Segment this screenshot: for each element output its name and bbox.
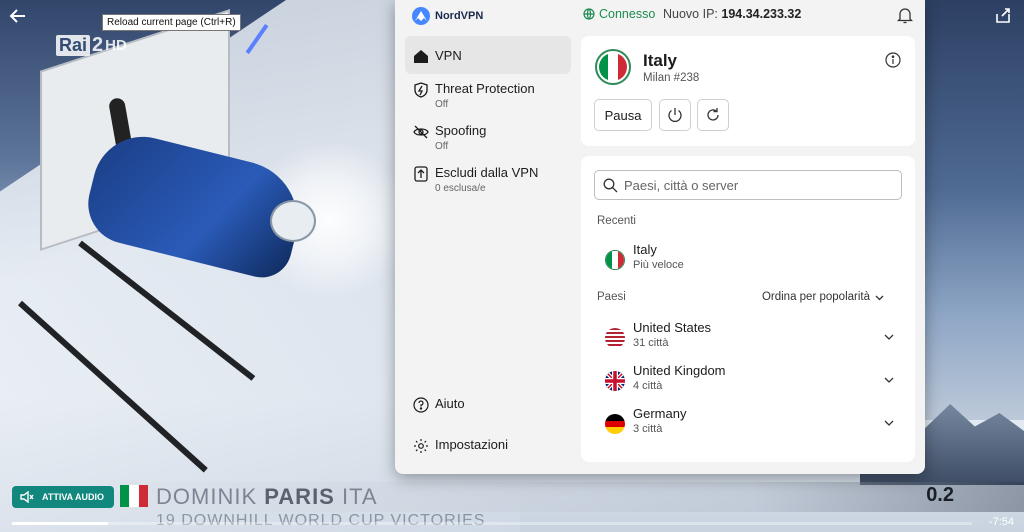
chevron-down-icon[interactable] [883,330,895,342]
connected-country: Italy [643,51,678,70]
sort-dropdown[interactable]: Ordina per popolarità [762,291,885,303]
video-progress-fill [12,522,108,525]
connected-server: Milan #238 [643,72,700,84]
name-ticker: DOMINIK PARIS ITA 0.2 [120,482,1024,512]
nordvpn-window: NordVPN Connesso Nuovo IP: 194.34.233.32… [395,0,925,474]
chevron-down-icon[interactable] [883,416,895,428]
split-tunnel-icon [413,166,429,182]
nordvpn-logo: NordVPN [411,6,483,26]
connection-card: Italy Milan #238 Pausa [581,36,915,146]
video-controls: DOMINIK PARIS ITA 0.2 19 DOWNHILL WORLD … [0,482,1024,532]
channel-logo: Rai 2 HD [56,34,127,57]
country-item-germany[interactable]: Germany 3 città [591,402,905,444]
back-arrow-icon[interactable] [8,6,28,26]
connection-status: Connesso [583,7,655,21]
help-icon [413,397,429,413]
sidebar-item-settings[interactable]: Impostazioni [405,437,571,454]
search-icon [603,178,618,192]
us-flag-icon [605,328,625,348]
gear-icon [413,438,429,454]
country-item-united-states[interactable]: United States 31 città [591,316,905,358]
reload-tooltip: Reload current page (Ctrl+R) [102,14,241,31]
video-progress-bar[interactable] [12,522,972,525]
italy-flag-icon [605,250,625,270]
chevron-down-icon [875,295,884,300]
bell-icon[interactable] [896,6,914,24]
share-icon[interactable] [994,6,1014,26]
shield-icon [413,82,429,98]
italy-flag-icon [595,49,631,85]
muted-speaker-icon [20,491,34,503]
italy-flag-icon [120,485,148,507]
sidebar-item-split-tunneling[interactable]: Escludi dalla VPN 0 esclusa/e [405,165,571,194]
ticker-subline: 19 DOWNHILL WORLD CUP VICTORIES [156,512,486,529]
countries-heading: Paesi [597,291,626,303]
nordvpn-header: NordVPN Connesso Nuovo IP: 194.34.233.32 [395,0,925,30]
sidebar-item-help[interactable]: Aiuto [405,396,571,413]
reconnect-button[interactable] [697,99,729,131]
sidebar-item-spoofing[interactable]: Spoofing Off [405,123,571,152]
eye-slash-icon [413,124,429,140]
info-icon[interactable] [885,52,901,68]
uk-flag-icon [605,371,625,391]
athlete-name: DOMINIK PARIS ITA [156,484,378,509]
pause-button[interactable]: Pausa [594,99,652,131]
sidebar-item-vpn[interactable]: VPN [405,36,571,74]
globe-icon [583,8,595,20]
server-list-card: Recenti Italy Più veloce Paesi Ordina pe… [581,156,915,462]
new-ip: Nuovo IP: 194.34.233.32 [663,7,802,21]
recent-item-italy[interactable]: Italy Più veloce [591,238,905,280]
nordvpn-sidebar: VPN Threat Protection Off Spoofing Off E… [405,36,571,466]
chevron-down-icon[interactable] [883,373,895,385]
search-input[interactable] [624,177,894,193]
time-remaining: -7:54 [988,516,1014,528]
country-item-united-kingdom[interactable]: United Kingdom 4 città [591,359,905,401]
unmute-button[interactable]: ATTIVA AUDIO [12,486,114,508]
search-field[interactable] [594,170,902,200]
recent-heading: Recenti [597,215,636,227]
video-skier-helmet [270,200,316,242]
power-icon [668,108,682,122]
disconnect-button[interactable] [659,99,691,131]
sidebar-item-threat-protection[interactable]: Threat Protection Off [405,81,571,110]
home-icon [413,48,429,64]
nordvpn-mountain-icon [412,7,430,25]
germany-flag-icon [605,414,625,434]
split-time: 0.2 [926,484,954,506]
refresh-icon [707,108,719,121]
